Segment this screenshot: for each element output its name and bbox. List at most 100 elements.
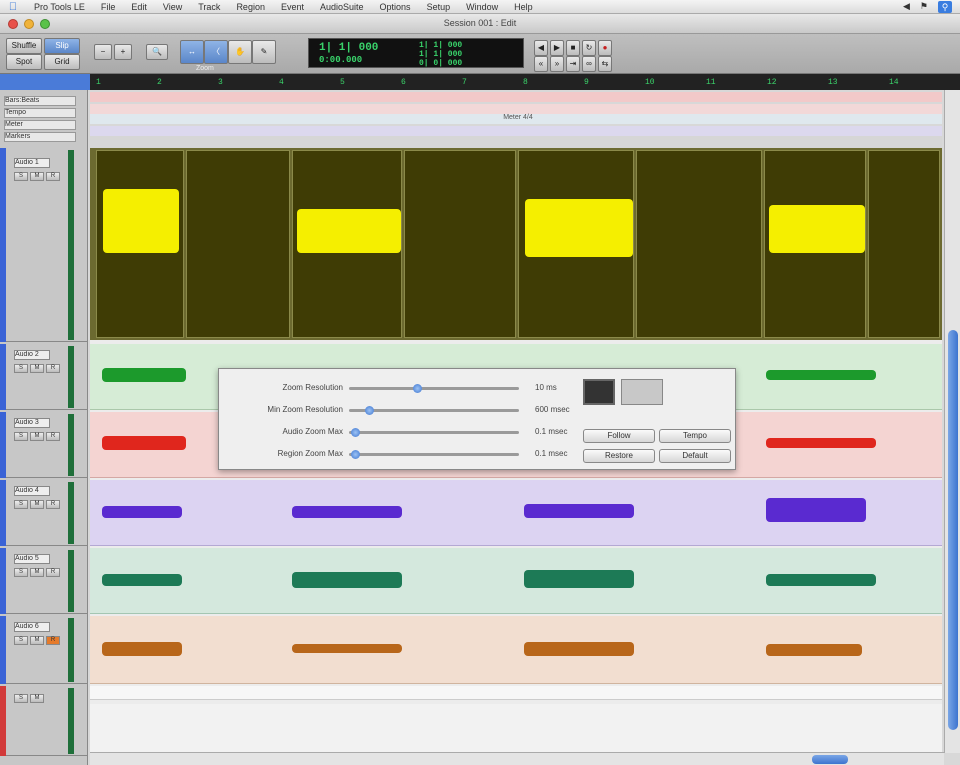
menu-window[interactable]: Window xyxy=(458,2,506,12)
menu-file[interactable]: File xyxy=(93,2,124,12)
record-enable-button[interactable]: R xyxy=(46,636,60,645)
zoom-resolution-slider[interactable] xyxy=(349,384,519,393)
audio-region[interactable] xyxy=(186,150,290,338)
record-enable-button[interactable]: R xyxy=(46,500,60,509)
menu-options[interactable]: Options xyxy=(372,2,419,12)
menu-track[interactable]: Track xyxy=(190,2,228,12)
menu-help[interactable]: Help xyxy=(506,2,541,12)
pencil-tool-icon[interactable]: ✎ xyxy=(252,40,276,64)
ruler-meter-row[interactable]: Meter 4/4 xyxy=(90,114,942,124)
track-lane[interactable] xyxy=(90,686,942,700)
tempo-button[interactable]: Tempo xyxy=(659,429,731,443)
tab-to-transient-icon[interactable]: ⇥ xyxy=(566,56,580,72)
trim-tool-icon[interactable]: ↔ xyxy=(180,40,204,64)
solo-button[interactable]: S xyxy=(14,432,28,441)
transport-rewind-icon[interactable]: ◀ xyxy=(534,40,548,56)
spotlight-icon[interactable]: ⚲ xyxy=(938,0,952,13)
restore-button[interactable]: Restore xyxy=(583,449,655,463)
ruler-tempo-row[interactable] xyxy=(90,104,942,114)
track-lane[interactable] xyxy=(90,548,942,614)
mute-button[interactable]: M xyxy=(30,364,44,373)
slider-knob[interactable] xyxy=(413,384,422,393)
apple-icon[interactable]:  xyxy=(0,1,26,13)
flag-icon[interactable]: ⚑ xyxy=(920,1,928,13)
mute-button[interactable]: M xyxy=(30,172,44,181)
solo-button[interactable]: S xyxy=(14,364,28,373)
min-zoom-resolution-slider[interactable] xyxy=(349,406,519,415)
follow-button[interactable]: Follow xyxy=(583,429,655,443)
mute-button[interactable]: M xyxy=(30,500,44,509)
track-name[interactable]: Audio 2 xyxy=(14,350,50,360)
nudge-forward-icon[interactable]: » xyxy=(550,56,564,72)
mode-slip-button[interactable]: Slip xyxy=(44,38,80,54)
track-lane[interactable] xyxy=(90,616,942,684)
audio-region[interactable] xyxy=(636,150,762,338)
transport-stop-icon[interactable]: ■ xyxy=(566,40,580,56)
solo-button[interactable]: S xyxy=(14,694,28,703)
transport-record-icon[interactable]: ● xyxy=(598,40,612,56)
slider-knob[interactable] xyxy=(365,406,374,415)
zoomer-tool-icon[interactable]: 🔍 xyxy=(146,44,168,60)
link-icon[interactable]: ∞ xyxy=(582,56,596,72)
mute-button[interactable]: M xyxy=(30,432,44,441)
audio-region[interactable] xyxy=(292,150,402,338)
track-name[interactable]: Audio 1 xyxy=(14,158,50,168)
mute-button[interactable]: M xyxy=(30,636,44,645)
track-lane[interactable] xyxy=(90,704,942,758)
solo-button[interactable]: S xyxy=(14,500,28,509)
timeline-selector[interactable] xyxy=(0,74,90,90)
menu-region[interactable]: Region xyxy=(228,2,273,12)
vertical-scroll-thumb[interactable] xyxy=(948,330,958,730)
mute-button[interactable]: M xyxy=(30,568,44,577)
zoom-preset-icon[interactable] xyxy=(621,379,663,405)
mute-button[interactable]: M xyxy=(30,694,44,703)
audio-region[interactable] xyxy=(868,150,940,338)
zoom-in-icon[interactable]: + xyxy=(114,44,132,60)
solo-button[interactable]: S xyxy=(14,636,28,645)
nudge-back-icon[interactable]: « xyxy=(534,56,548,72)
volume-icon[interactable]: ◀ xyxy=(903,1,910,13)
audio-region[interactable] xyxy=(96,150,184,338)
record-enable-button[interactable]: R xyxy=(46,568,60,577)
solo-button[interactable]: S xyxy=(14,172,28,181)
audio-zoom-max-slider[interactable] xyxy=(349,428,519,437)
menu-app[interactable]: Pro Tools LE xyxy=(26,2,93,12)
slider-knob[interactable] xyxy=(351,450,360,459)
zoom-preview-icon[interactable] xyxy=(583,379,615,405)
slider-knob[interactable] xyxy=(351,428,360,437)
audio-region[interactable] xyxy=(764,150,866,338)
mode-grid-button[interactable]: Grid xyxy=(44,54,80,70)
transport-play-icon[interactable]: ▶ xyxy=(550,40,564,56)
ruler-bars-row[interactable] xyxy=(90,92,942,102)
zoom-out-icon[interactable]: − xyxy=(94,44,112,60)
mode-spot-button[interactable]: Spot xyxy=(6,54,42,70)
horizontal-scrollbar[interactable] xyxy=(90,752,944,765)
transport-loop-icon[interactable]: ↻ xyxy=(582,40,596,56)
ruler-markers-row[interactable] xyxy=(90,126,942,136)
menu-event[interactable]: Event xyxy=(273,2,312,12)
track-name[interactable]: Audio 5 xyxy=(14,554,50,564)
record-enable-button[interactable]: R xyxy=(46,432,60,441)
track-lane[interactable] xyxy=(90,148,942,340)
track-name[interactable]: Audio 4 xyxy=(14,486,50,496)
vertical-scrollbar[interactable] xyxy=(944,90,960,753)
ruler-timecode-row[interactable] xyxy=(90,136,942,148)
horizontal-scroll-thumb[interactable] xyxy=(812,755,848,764)
menu-view[interactable]: View xyxy=(155,2,190,12)
menu-setup[interactable]: Setup xyxy=(419,2,459,12)
audio-region[interactable] xyxy=(404,150,516,338)
region-zoom-max-slider[interactable] xyxy=(349,450,519,459)
selector-tool-icon[interactable]: 〈 xyxy=(204,40,228,64)
solo-button[interactable]: S xyxy=(14,568,28,577)
mirror-icon[interactable]: ⇆ xyxy=(598,56,612,72)
track-lane[interactable] xyxy=(90,480,942,546)
mode-shuffle-button[interactable]: Shuffle xyxy=(6,38,42,54)
record-enable-button[interactable]: R xyxy=(46,364,60,373)
grabber-tool-icon[interactable]: ✋ xyxy=(228,40,252,64)
track-name[interactable]: Audio 3 xyxy=(14,418,50,428)
menu-audiosuite[interactable]: AudioSuite xyxy=(312,2,372,12)
track-name[interactable]: Audio 6 xyxy=(14,622,50,632)
record-enable-button[interactable]: R xyxy=(46,172,60,181)
menu-edit[interactable]: Edit xyxy=(123,2,155,12)
default-button[interactable]: Default xyxy=(659,449,731,463)
